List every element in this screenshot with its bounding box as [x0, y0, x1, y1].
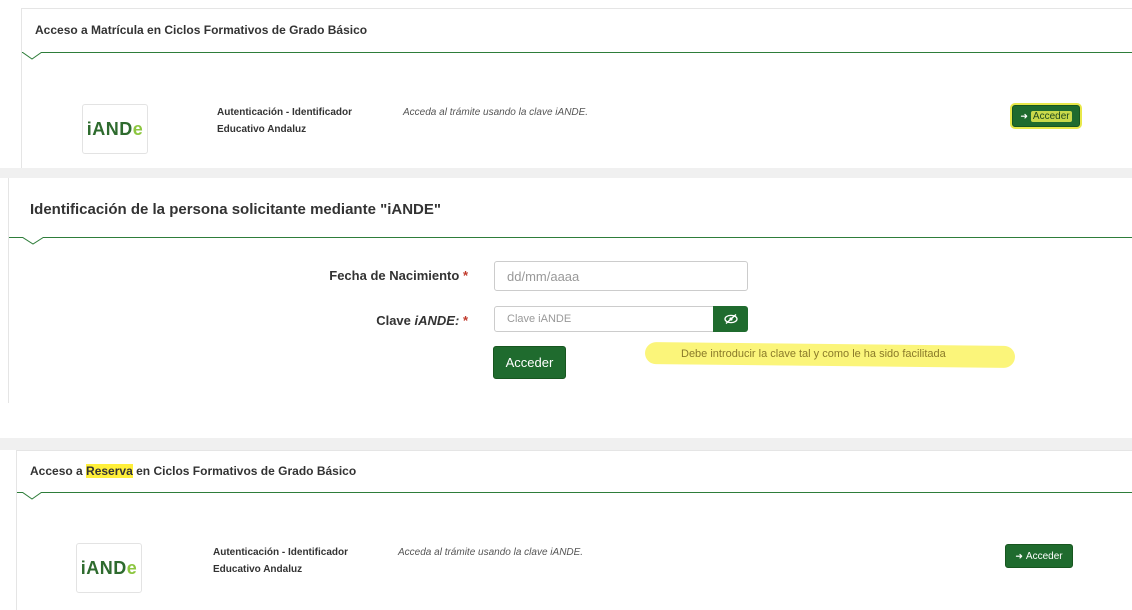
- matricula-header-notch: [22, 52, 43, 60]
- sign-in-icon: ➜: [1015, 550, 1023, 561]
- auth-method-description: Acceda al trámite usando la clave iANDE.: [403, 107, 589, 118]
- acceder-reserva-button[interactable]: ➜ Acceder: [1005, 544, 1073, 568]
- toggle-password-button[interactable]: [713, 306, 748, 332]
- identification-header-notch: [22, 237, 45, 245]
- section-gap: [0, 168, 1132, 178]
- iande-logo-bottom: iANDe: [76, 543, 142, 593]
- section-gap-2: [0, 438, 1132, 450]
- clave-input[interactable]: Clave iANDE: [494, 306, 714, 332]
- acceder-submit-button[interactable]: Acceder: [493, 346, 566, 379]
- reserva-highlight: Reserva: [86, 464, 133, 478]
- reserva-title: Acceso a Reserva en Ciclos Formativos de…: [30, 464, 357, 478]
- clave-hint-text: Debe introducir la clave tal y como le h…: [681, 348, 946, 360]
- iande-logo: iANDe: [82, 104, 148, 154]
- auth-method-name-bottom: Autenticación - Identificador Educativo …: [213, 547, 349, 575]
- auth-method-description-bottom: Acceda al trámite usando la clave iANDE.: [398, 547, 584, 558]
- sign-in-icon: ➜: [1020, 110, 1028, 121]
- matricula-title: Acceso a Matrícula en Ciclos Formativos …: [35, 23, 368, 37]
- reserva-header-notch: [22, 492, 43, 500]
- acceder-matricula-button[interactable]: ➜ Acceder: [1012, 105, 1080, 127]
- reserva-header-divider: [17, 492, 1132, 493]
- identification-title: Identificación de la persona solicitante…: [30, 201, 441, 218]
- identification-header-divider: [9, 237, 1132, 238]
- clave-label: Clave iANDE: *: [376, 313, 468, 328]
- birth-date-input[interactable]: dd/mm/aaaa: [494, 261, 748, 291]
- eye-slash-icon: [723, 314, 738, 324]
- birth-date-label: Fecha de Nacimiento *: [329, 268, 468, 283]
- auth-method-name: Autenticación - Identificador Educativo …: [217, 107, 353, 135]
- matricula-header-divider: [22, 52, 1132, 53]
